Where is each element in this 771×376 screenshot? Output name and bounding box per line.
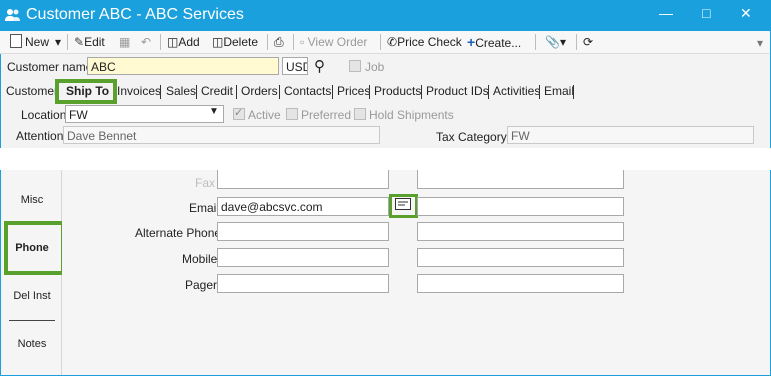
capture-gap [0, 148, 771, 170]
alternate-phone-label: Alternate Phone [135, 226, 222, 240]
email-input[interactable]: dave@abcsvc.com [217, 197, 389, 216]
new-document-icon [10, 34, 22, 48]
attention-field[interactable]: Dave Bennet [63, 126, 380, 144]
location-select[interactable]: FW [65, 105, 224, 123]
delete-icon: ◫ [212, 35, 224, 49]
tab-customer[interactable]: Customer [6, 83, 58, 100]
edit-button[interactable]: ✎Edit [74, 34, 105, 50]
customer-icon [5, 8, 21, 25]
job-label: Job [365, 60, 385, 74]
tax-category-field[interactable]: FW [507, 126, 754, 144]
active-label: Active [248, 108, 281, 122]
add-button[interactable]: ◫Add [167, 34, 200, 50]
tab-products[interactable]: Products [374, 83, 421, 100]
refresh-icon[interactable]: ⟳ [583, 34, 593, 50]
preferred-label: Preferred [301, 108, 352, 122]
email-extra-input[interactable] [417, 197, 624, 216]
document-icon: ▫ [300, 35, 305, 49]
sidebar-item-del-inst[interactable]: Del Inst [3, 290, 61, 302]
tax-category-label: Tax Category [436, 130, 507, 144]
new-button[interactable]: New [10, 34, 49, 50]
location-dropdown-arrow-icon[interactable]: ▼ [209, 106, 219, 117]
tab-prices[interactable]: Prices [337, 83, 370, 100]
paperclip-icon[interactable]: 📎▾ [545, 34, 566, 50]
customer-name-label: Customer name [7, 60, 93, 74]
tab-product-ids[interactable]: Product IDs [426, 83, 489, 100]
tab-activities[interactable]: Activities [493, 83, 540, 100]
phone-icon: ✆ [387, 35, 398, 49]
alternate-phone-input[interactable] [217, 222, 389, 241]
save-icon[interactable]: ▦ [119, 34, 130, 50]
create-button[interactable]: +Create... [467, 34, 521, 50]
alternate-phone-extra-input[interactable] [417, 222, 624, 241]
fax-extra-input[interactable] [417, 170, 624, 189]
toolbar: New ▾ ✎Edit ▦ ↶ ◫Add ◫Delete ⎙ ▫ View Or… [0, 31, 769, 54]
sidebar-item-misc[interactable]: Misc [3, 194, 61, 206]
add-icon: ◫ [167, 35, 179, 49]
sidebar-item-notes[interactable]: Notes [3, 338, 61, 350]
tab-invoices[interactable]: Invoices [117, 83, 161, 100]
close-button[interactable]: ✕ [740, 5, 752, 22]
preferred-checkbox[interactable] [286, 108, 298, 120]
price-check-button[interactable]: ✆Price Check [387, 34, 462, 50]
mobile-extra-input[interactable] [417, 248, 624, 267]
print-icon[interactable]: ⎙ [274, 34, 284, 50]
pager-label: Pager [185, 278, 218, 292]
mobile-input[interactable] [217, 248, 389, 267]
toolbar-overflow-icon[interactable]: ▾ [757, 36, 763, 50]
hold-shipments-checkbox[interactable] [354, 108, 366, 120]
title-bar: Customer ABC - ABC Services — □ ✕ [0, 0, 771, 31]
location-label: Location [21, 108, 67, 122]
fax-label: Fax [195, 176, 216, 190]
tab-sales[interactable]: Sales [166, 83, 196, 100]
tab-credit[interactable]: Credit [201, 83, 233, 100]
currency-field[interactable]: USD [282, 57, 308, 75]
phone-highlight [4, 221, 65, 275]
tab-orders[interactable]: Orders [241, 83, 278, 100]
window-title: Customer ABC - ABC Services [26, 6, 244, 23]
tab-email[interactable]: Email [544, 83, 574, 100]
hold-shipments-label: Hold Shipments [369, 108, 454, 122]
plus-icon: + [467, 34, 476, 50]
undo-icon[interactable]: ↶ [141, 34, 151, 50]
attention-label: Attention [16, 129, 64, 143]
ship-to-tab-highlight [55, 79, 117, 104]
email-label: Email [189, 201, 220, 215]
pager-input[interactable] [217, 274, 389, 293]
sidebar-divider [9, 320, 55, 321]
pencil-icon: ✎ [74, 35, 85, 49]
search-icon[interactable]: ⚲ [314, 57, 325, 75]
delete-button[interactable]: ◫Delete [212, 34, 258, 50]
pager-extra-input[interactable] [417, 274, 624, 293]
tab-contacts[interactable]: Contacts [284, 83, 331, 100]
fax-input[interactable] [217, 170, 389, 189]
maximize-button[interactable]: □ [702, 5, 710, 21]
minimize-button[interactable]: — [659, 5, 673, 21]
view-order-button[interactable]: ▫ View Order [300, 34, 367, 50]
mobile-label: Mobile [182, 252, 218, 266]
new-dropdown-arrow-icon[interactable]: ▾ [55, 34, 61, 50]
job-checkbox[interactable] [349, 60, 361, 72]
email-compose-icon[interactable] [395, 198, 411, 213]
active-checkmark-icon: ✓ [234, 107, 244, 119]
customer-name-input[interactable]: ABC [87, 57, 279, 75]
